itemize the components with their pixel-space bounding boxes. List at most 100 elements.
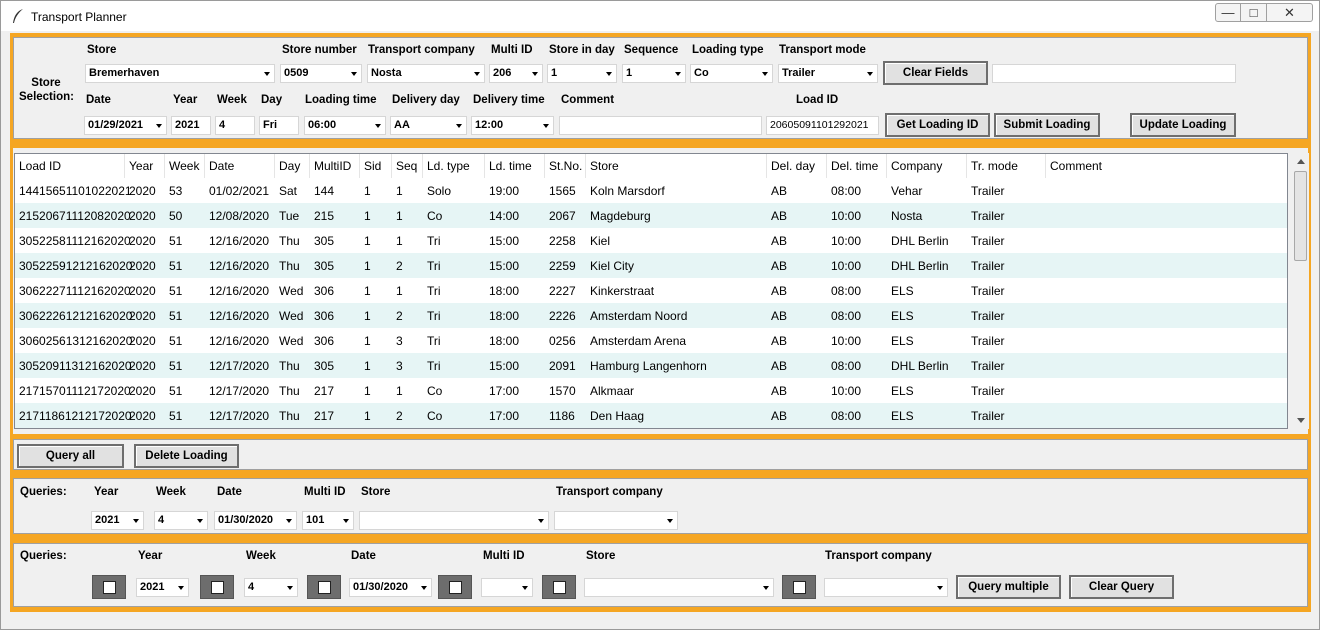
q1-multi-id-select[interactable]: 101 — [302, 511, 354, 530]
table-cell: Co — [427, 409, 443, 423]
table-cell: 51 — [169, 384, 183, 398]
q2-multi-id-select[interactable] — [481, 578, 533, 597]
query-multiple-button[interactable]: Query multiple — [956, 575, 1061, 599]
table-scrollbar[interactable] — [1292, 153, 1309, 429]
scroll-thumb[interactable] — [1294, 171, 1307, 261]
extra-input[interactable] — [992, 64, 1236, 83]
table-cell: 08:00 — [831, 309, 862, 323]
close-button[interactable]: ✕ — [1267, 3, 1313, 22]
table-cell: 17:00 — [489, 409, 520, 423]
submit-loading-button[interactable]: Submit Loading — [994, 113, 1100, 137]
clear-fields-button[interactable]: Clear Fields — [883, 61, 988, 85]
loading-time-label: Loading time — [305, 94, 377, 106]
query-all-button[interactable]: Query all — [17, 444, 124, 468]
q1-transport-company-select[interactable] — [554, 511, 678, 530]
table-cell: Tri — [427, 284, 441, 298]
q1-week-select[interactable]: 4 — [154, 511, 208, 530]
table-cell: 12/17/2020 — [209, 384, 270, 398]
delivery-time-select[interactable]: 12:00 — [471, 116, 554, 135]
table-cell: 2020 — [129, 234, 156, 248]
q1-transport-company-label: Transport company — [556, 486, 663, 498]
table-row[interactable]: 30520911312162020 2020 51 12/17/2020 Thu 305 1… — [15, 353, 1287, 378]
column-header[interactable]: Del. day — [767, 154, 827, 178]
store-number-select[interactable]: 0509 — [280, 64, 362, 83]
q2-week-select[interactable]: 4 — [244, 578, 298, 597]
column-header[interactable]: Del. time — [827, 154, 887, 178]
table-cell: DHL Berlin — [891, 259, 949, 273]
column-header[interactable]: Day — [275, 154, 310, 178]
day-input[interactable]: Fri — [259, 116, 299, 135]
store-in-day-select[interactable]: 1 — [547, 64, 617, 83]
q1-store-select[interactable] — [359, 511, 549, 530]
loading-type-select[interactable]: Co — [690, 64, 773, 83]
q2-date-checkbox[interactable] — [307, 575, 341, 599]
loadings-table[interactable]: Load ID Year Week Date Day MultiID Sid Seq Ld. t… — [14, 153, 1288, 429]
update-loading-button[interactable]: Update Loading — [1130, 113, 1236, 137]
clear-query-button[interactable]: Clear Query — [1069, 575, 1174, 599]
column-header[interactable]: Company — [887, 154, 967, 178]
multi-id-select[interactable]: 206 — [489, 64, 543, 83]
table-cell: 1186 — [549, 409, 575, 423]
maximize-button[interactable]: □ — [1241, 3, 1267, 22]
minimize-button[interactable]: — — [1215, 3, 1241, 22]
column-header[interactable]: Year — [125, 154, 165, 178]
table-cell: 2 — [396, 259, 403, 273]
sequence-select[interactable]: 1 — [622, 64, 686, 83]
column-header[interactable]: Seq — [392, 154, 423, 178]
store-select[interactable]: Bremerhaven — [85, 64, 275, 83]
column-header[interactable]: MultiID — [310, 154, 360, 178]
q2-multi-id-checkbox[interactable] — [438, 575, 472, 599]
queries-label-1: Queries: — [20, 486, 67, 498]
delivery-day-select[interactable]: AA — [390, 116, 467, 135]
q2-transport-company-checkbox[interactable] — [782, 575, 816, 599]
q2-year-checkbox[interactable] — [92, 575, 126, 599]
table-cell: 21715701112172020 — [19, 384, 131, 398]
q2-store-select[interactable] — [584, 578, 774, 597]
table-row[interactable]: 14415651101022021 2020 53 01/02/2021 Sat 144 1… — [15, 178, 1287, 203]
column-header[interactable]: St.No. — [545, 154, 586, 178]
column-header[interactable]: Sid — [360, 154, 392, 178]
table-row[interactable]: 30602561312162020 2020 51 12/16/2020 Wed 306 1… — [15, 328, 1287, 353]
q2-transport-company-select[interactable] — [824, 578, 948, 597]
table-cell: Trailer — [971, 209, 1005, 223]
column-header[interactable]: Date — [205, 154, 275, 178]
table-row[interactable]: 21520671112082020 2020 50 12/08/2020 Tue 215 1… — [15, 203, 1287, 228]
q2-date-select[interactable]: 01/30/2020 — [349, 578, 432, 597]
q2-year-select[interactable]: 2021 — [136, 578, 189, 597]
transport-company-select[interactable]: Nosta — [367, 64, 485, 83]
scroll-down-icon[interactable] — [1297, 418, 1305, 423]
week-input[interactable]: 4 — [215, 116, 255, 135]
year-input[interactable]: 2021 — [171, 116, 211, 135]
scroll-up-icon[interactable] — [1297, 159, 1305, 164]
q2-week-checkbox[interactable] — [200, 575, 234, 599]
table-row[interactable]: 21711861212172020 2020 51 12/17/2020 Thu 217 1… — [15, 403, 1287, 428]
column-header[interactable]: Load ID — [15, 154, 125, 178]
date-select[interactable]: 01/29/2021 — [84, 116, 167, 135]
table-row[interactable]: 21715701112172020 2020 51 12/17/2020 Thu 217 1… — [15, 378, 1287, 403]
load-id-input[interactable]: 20605091101292021 — [766, 116, 879, 135]
table-cell: 1 — [364, 384, 371, 398]
comment-input[interactable] — [559, 116, 762, 135]
table-cell: Magdeburg — [590, 209, 651, 223]
q2-store-checkbox[interactable] — [542, 575, 576, 599]
q1-date-select[interactable]: 01/30/2020 — [214, 511, 297, 530]
week-label: Week — [217, 94, 247, 106]
transport-mode-select[interactable]: Trailer — [778, 64, 878, 83]
column-header[interactable]: Ld. time — [485, 154, 545, 178]
title-bar: Transport Planner — □ ✕ — [1, 1, 1319, 31]
column-header[interactable]: Comment — [1046, 154, 1287, 178]
q1-year-select[interactable]: 2021 — [91, 511, 144, 530]
table-cell: DHL Berlin — [891, 359, 949, 373]
get-loading-id-button[interactable]: Get Loading ID — [885, 113, 990, 137]
delete-loading-button[interactable]: Delete Loading — [134, 444, 239, 468]
column-header[interactable]: Ld. type — [423, 154, 485, 178]
table-cell: AB — [771, 359, 788, 373]
loading-time-select[interactable]: 06:00 — [304, 116, 386, 135]
table-row[interactable]: 30522581112162020 2020 51 12/16/2020 Thu 305 1… — [15, 228, 1287, 253]
table-row[interactable]: 30622261212162020 2020 51 12/16/2020 Wed 306 1… — [15, 303, 1287, 328]
column-header[interactable]: Tr. mode — [967, 154, 1046, 178]
table-row[interactable]: 30622271112162020 2020 51 12/16/2020 Wed 306 1… — [15, 278, 1287, 303]
column-header[interactable]: Store — [586, 154, 767, 178]
table-row[interactable]: 30522591212162020 2020 51 12/16/2020 Thu 305 1… — [15, 253, 1287, 278]
column-header[interactable]: Week — [165, 154, 205, 178]
